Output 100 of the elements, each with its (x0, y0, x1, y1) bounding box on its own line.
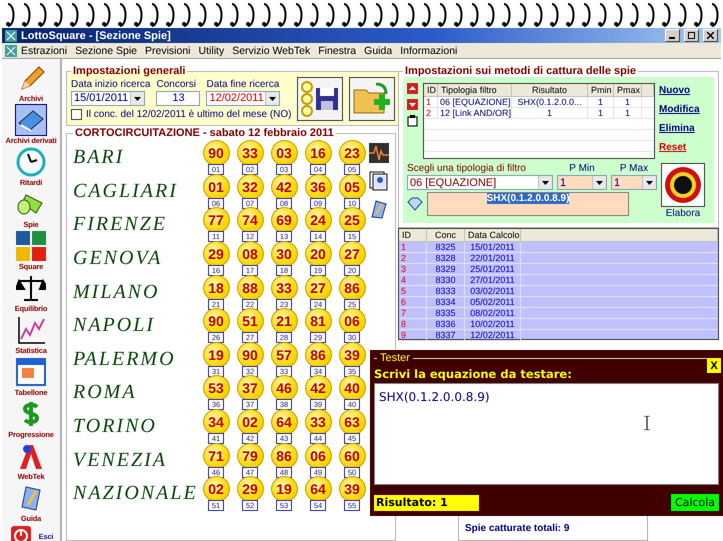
drawn-number: 23 (338, 140, 366, 166)
clock-icon (16, 147, 46, 177)
section-title: Impostazioni generali (72, 65, 186, 77)
drawn-number: 02 (202, 476, 230, 502)
calculate-button[interactable]: Calcola (671, 494, 719, 511)
action-link[interactable]: Modifica (659, 104, 700, 115)
table-cell: 8329 (427, 264, 465, 275)
wheel-name: PALERMO (73, 348, 177, 371)
action-link[interactable]: Elimina (659, 123, 700, 134)
minimize-button[interactable] (665, 29, 680, 42)
equation-field[interactable]: SHX(0.1.2.0.0.8.9) (374, 383, 719, 485)
maximize-button[interactable] (684, 29, 699, 42)
column-header: Tipologia filtro (438, 84, 512, 97)
table-cell: 8328 (427, 253, 465, 264)
table-cell: 8335 (427, 308, 465, 319)
wheel-name: BARI (73, 146, 126, 170)
drawn-number: 33 (304, 409, 332, 436)
action-link[interactable]: Reset (659, 142, 700, 153)
menu-item[interactable]: Informazioni (396, 44, 462, 56)
close-button[interactable] (703, 29, 718, 42)
drawn-number: 18 (202, 274, 230, 301)
drawn-number: 37 (236, 375, 264, 402)
drawn-number: 57 (270, 342, 298, 368)
menu-item[interactable]: Sezione Spie (71, 44, 141, 56)
menu-item[interactable]: Estrazioni (17, 44, 72, 56)
menu-item[interactable]: Utility (194, 44, 228, 56)
column-header: Data Calcolo (465, 229, 521, 242)
drawn-number: 42 (304, 375, 332, 402)
table-cell: 9 (399, 330, 427, 341)
table-cell: 08/02/2011 (465, 308, 521, 319)
drawn-number: 27 (338, 241, 366, 268)
window-title: LottoSquare - [Sezione Spie] (21, 30, 172, 42)
drawn-number: 06 (338, 308, 366, 334)
drawn-number: 32 (236, 174, 264, 200)
run-label: Elabora (666, 208, 700, 219)
drawn-number: 90 (202, 140, 230, 166)
wheel-name: MILANO (73, 280, 160, 304)
drawn-number: 33 (236, 140, 264, 166)
table-cell: 5 (399, 286, 427, 297)
action-link[interactable]: Nuovo (659, 85, 700, 96)
drawn-number: 02 (236, 409, 264, 436)
squares-icon (16, 231, 46, 261)
table-cell: 05/02/2011 (465, 297, 521, 308)
save-button[interactable] (297, 77, 344, 121)
drawn-number: 90 (202, 308, 230, 334)
table-cell: SHX(0.1.2.0.0... (512, 97, 588, 108)
prompt-label: Scrivi la equazione da testare: (374, 367, 573, 381)
table-cell: 25/01/2011 (465, 264, 521, 275)
draws-input[interactable]: 13 (156, 90, 200, 106)
diamond-icon[interactable] (407, 197, 423, 211)
table-cell: 8337 (427, 330, 465, 341)
chart-icon (16, 315, 46, 345)
drawn-number: 79 (236, 442, 264, 469)
expression-field[interactable]: SHX(0.1.2.0.0.8.9) (427, 192, 629, 216)
table-cell: 12 [Link AND/OR] (438, 108, 512, 119)
drawn-number: 06 (304, 442, 332, 469)
table-cell: 8333 (427, 286, 465, 297)
run-button[interactable] (661, 163, 705, 207)
menu-item[interactable]: Servizio WebTek (228, 44, 314, 56)
drawn-number: 16 (304, 140, 332, 166)
table-cell: 2 (424, 108, 438, 119)
open-folder-button[interactable] (349, 77, 396, 121)
clipboard-icon[interactable] (407, 115, 418, 127)
close-icon (707, 32, 714, 39)
start-date-dropdown[interactable]: 15/01/2011 (71, 90, 145, 106)
filter-type-dropdown[interactable]: 06 [EQUAZIONE] (407, 175, 553, 190)
drawn-number: 34 (202, 409, 230, 436)
field-label: P Min (569, 163, 595, 174)
drawn-number: 08 (236, 241, 264, 268)
document-icon[interactable] (369, 199, 389, 219)
table-cell: 1 (512, 108, 588, 119)
drawn-number: 40 (338, 375, 366, 402)
table-cell: 1 (424, 97, 438, 108)
p-max-dropdown[interactable]: 1 (611, 175, 657, 190)
menu-item[interactable]: Guida (360, 44, 396, 56)
monitor-icon[interactable] (369, 171, 389, 191)
drawn-number: 51 (236, 308, 264, 334)
table-cell: 1 (588, 97, 614, 108)
table-cell: 8 (399, 319, 427, 330)
p-min-dropdown[interactable]: 1 (557, 175, 607, 190)
table-cell: 1 (588, 108, 614, 119)
close-button[interactable]: X (707, 358, 721, 373)
drawn-number: 74 (236, 207, 264, 234)
field-label: Data inizio ricerca (71, 78, 150, 90)
end-date-dropdown[interactable]: 12/02/2011 (206, 90, 280, 106)
app-icon (5, 30, 17, 42)
table-cell: 2 (399, 253, 427, 264)
field-label: Data fine ricerca (206, 78, 280, 90)
drawn-number: 05 (338, 174, 366, 200)
waveform-icon[interactable] (369, 143, 389, 163)
table-cell: 8325 (427, 242, 465, 253)
drawn-number: 63 (338, 409, 366, 436)
menu-item[interactable]: Previsioni (141, 44, 195, 56)
wheel-name: GENOVA (73, 247, 164, 270)
wheel-name: ROMA (73, 381, 138, 404)
column-header: Risultato (512, 84, 588, 97)
calendar-icon (16, 357, 46, 387)
checkbox[interactable] (71, 108, 82, 120)
menu-item[interactable]: Finestra (314, 44, 360, 56)
drawn-number: 86 (338, 274, 366, 301)
